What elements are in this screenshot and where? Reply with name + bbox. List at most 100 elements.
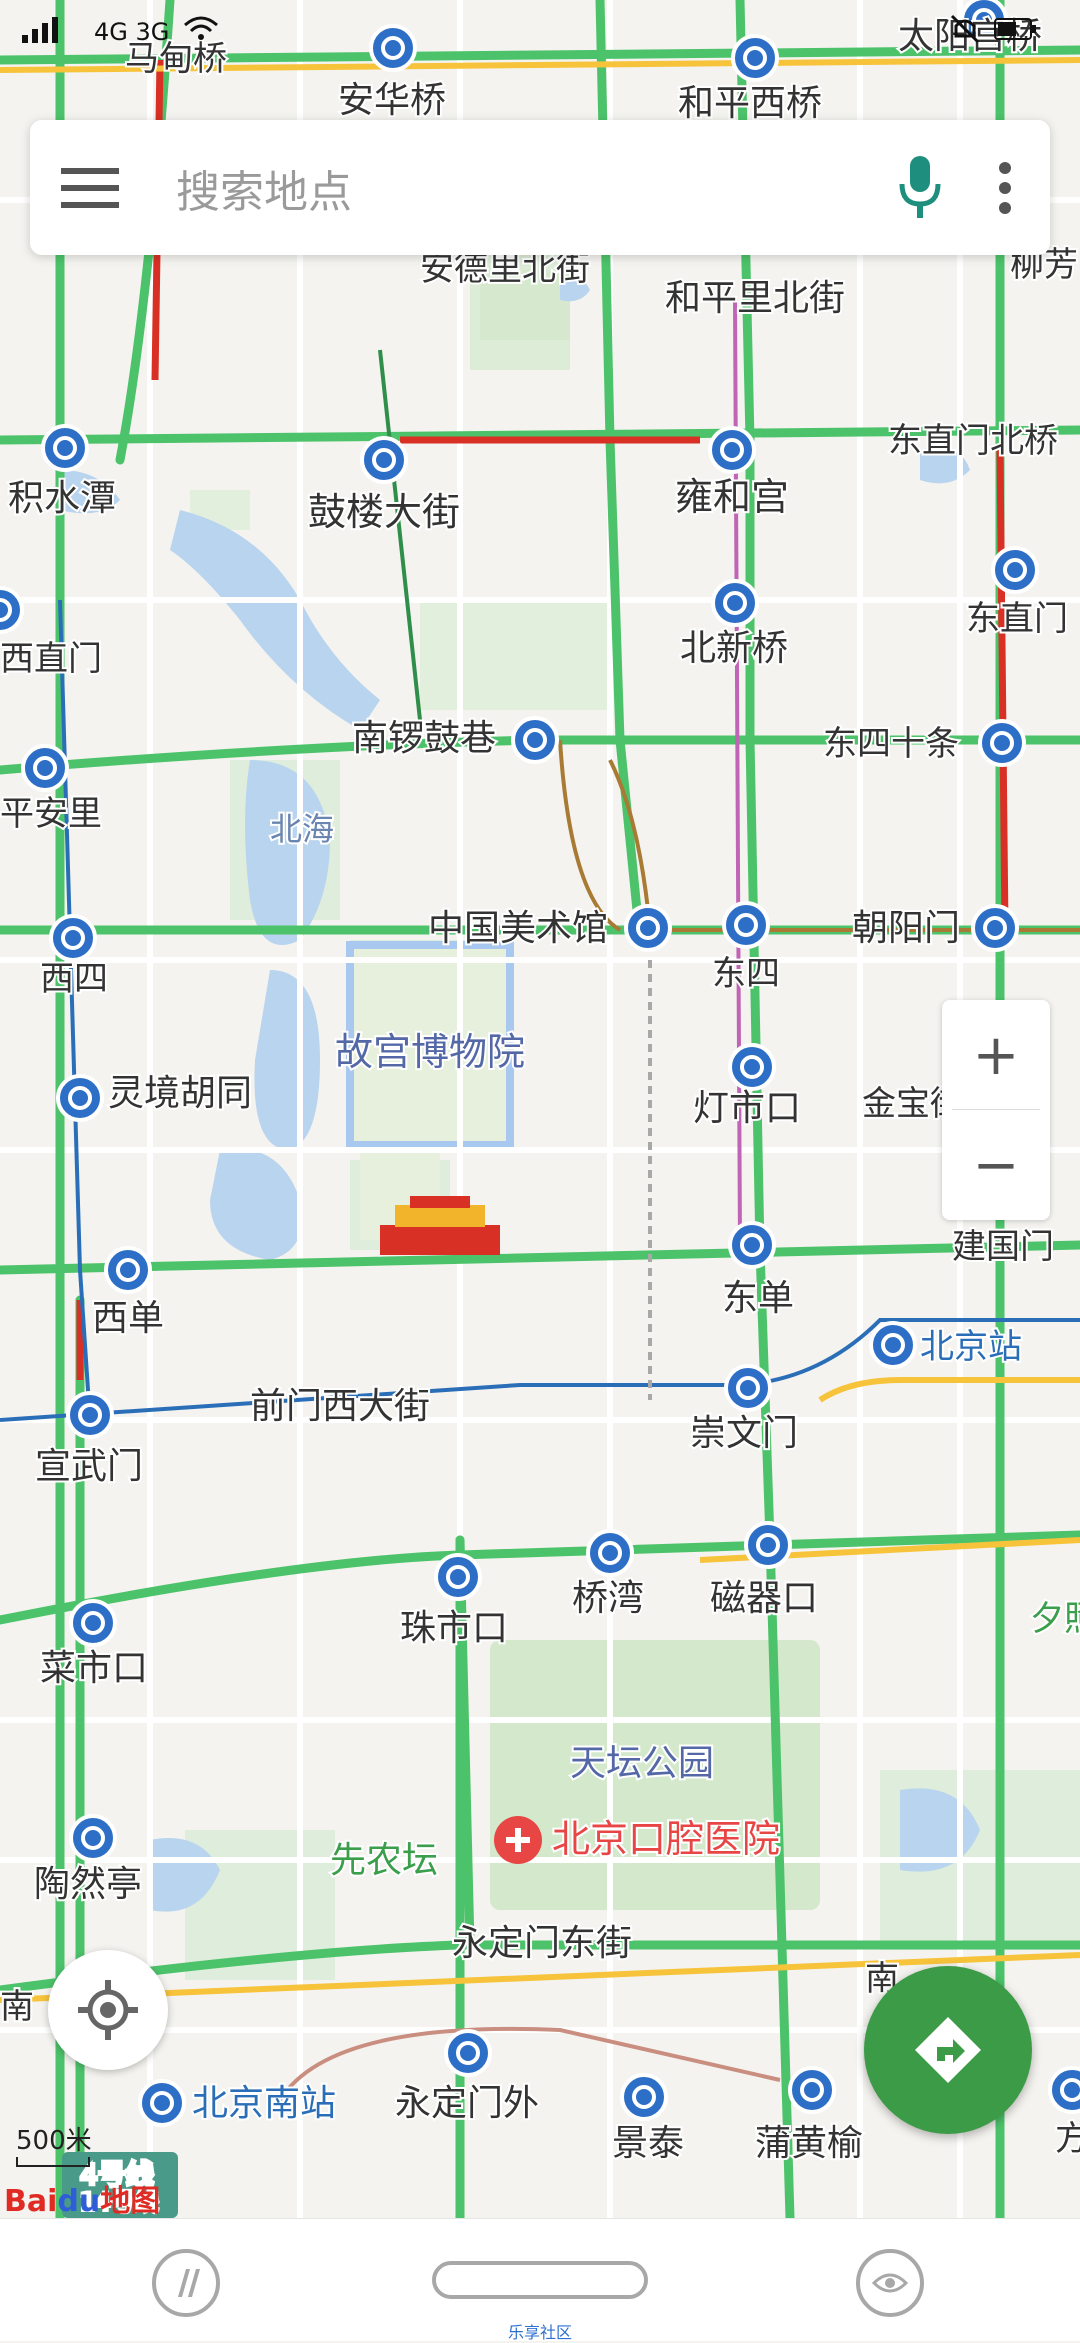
map-label-dongsi[interactable]: 东四 <box>710 952 782 996</box>
map-label-tiantan[interactable]: 天坛公园 <box>568 1741 716 1786</box>
zoom-control: + − <box>942 1000 1050 1220</box>
map-label-beijingnanzhan[interactable]: 北京南站 <box>190 2081 338 2126</box>
subway-station-icon[interactable] <box>978 719 1026 767</box>
map-label-beijingzhan[interactable]: 北京站 <box>918 1325 1024 1369</box>
back-button[interactable] <box>152 2249 220 2317</box>
subway-station-icon[interactable] <box>360 436 408 484</box>
map-label-xi[interactable]: 夕照寺 <box>1028 1597 1080 1641</box>
map-label-meishuguan[interactable]: 中国美术馆 <box>426 906 610 951</box>
eye-icon <box>871 2273 909 2293</box>
map-label-jingtai[interactable]: 景泰 <box>610 2121 686 2166</box>
map-label-anhuaqiao[interactable]: 安华桥 <box>336 78 448 123</box>
subway-station-icon[interactable] <box>49 914 97 962</box>
map-canvas[interactable]: 安华桥 和平西桥太阳宫桥马甸桥安德里北街和平里北街柳芳积水潭 鼓楼大街 雍和宫东直门北… <box>0 0 1080 2218</box>
map-label-beixinqiao[interactable]: 北新桥 <box>678 626 790 671</box>
subway-station-icon[interactable] <box>744 1521 792 1569</box>
map-label-hepinglibeijie[interactable]: 和平里北街 <box>663 276 847 321</box>
route-button[interactable] <box>864 1966 1032 2134</box>
mute-icon <box>950 14 980 50</box>
map-label-xisi[interactable]: 西四 <box>38 957 110 1001</box>
map-label-taoranting[interactable]: 陶然亭 <box>32 1862 144 1907</box>
map-label-xizhimenkou[interactable]: 西直门 <box>0 637 104 681</box>
subway-station-icon[interactable] <box>69 1814 117 1862</box>
map-label-dengshikou[interactable]: 灯市口 <box>691 1086 803 1131</box>
map-label-qianmenxidajie[interactable]: 前门西大街 <box>248 1384 432 1429</box>
map-label-xidan[interactable]: 西单 <box>90 1296 166 1341</box>
subway-station-icon[interactable] <box>104 1246 152 1294</box>
search-bar[interactable]: 搜索地点 <box>30 120 1050 255</box>
subway-station-icon[interactable] <box>711 579 759 627</box>
map-label-dongzhimenbei[interactable]: 东直门北桥 <box>886 419 1060 463</box>
nav-caption: 乐享社区 <box>507 2323 572 2342</box>
map-label-chaoyangmen[interactable]: 朝阳门 <box>850 906 962 951</box>
scale-bar <box>16 2157 90 2167</box>
map-label-dongzhimen[interactable]: 东直门 <box>964 597 1070 641</box>
map-label-xuanwumen[interactable]: 宣武门 <box>33 1444 145 1489</box>
network-type: 4G 3G <box>94 18 170 46</box>
system-navigation-bar: 乐享社区 <box>0 2218 1080 2342</box>
map-label-andelibeijie[interactable]: 安德里北街 <box>418 247 592 291</box>
baidu-map-logo: Baidu地图 <box>4 2184 161 2219</box>
subway-station-icon[interactable] <box>624 904 672 952</box>
map-label-gulou[interactable]: 鼓楼大街 <box>306 488 462 536</box>
map-label-dongsishitiao[interactable]: 东四十条 <box>821 722 961 766</box>
subway-station-icon[interactable] <box>708 426 756 474</box>
map-label-jianguomen[interactable]: 建国门 <box>950 1225 1056 1269</box>
recents-button[interactable] <box>856 2249 924 2317</box>
subway-station-icon[interactable] <box>728 1221 776 1269</box>
map-label-kouqiang[interactable]: 北京口腔医院 <box>550 1815 782 1863</box>
subway-station-icon[interactable] <box>728 1043 776 1091</box>
map-label-yongdingmendongjie[interactable]: 永定门东街 <box>450 1921 634 1966</box>
subway-station-icon[interactable] <box>586 1529 634 1577</box>
map-label-xiannongtan[interactable]: 先农坛 <box>328 1838 440 1883</box>
map-label-jishuitan[interactable]: 积水潭 <box>6 476 118 521</box>
subway-station-icon[interactable] <box>971 904 1019 952</box>
subway-station-icon[interactable] <box>56 1074 104 1122</box>
signal-icon <box>20 13 80 51</box>
subway-station-icon[interactable] <box>620 2073 668 2121</box>
subway-station-icon[interactable] <box>991 546 1039 594</box>
menu-button[interactable] <box>30 120 150 255</box>
map-label-zhushikou[interactable]: 珠市口 <box>398 1606 510 1651</box>
zoom-out-button[interactable]: − <box>942 1110 1050 1220</box>
subway-station-icon[interactable] <box>788 2066 836 2114</box>
map-label-caishikou[interactable]: 菜市口 <box>38 1646 150 1691</box>
subway-station-icon[interactable] <box>66 1391 114 1439</box>
subway-station-icon[interactable] <box>722 901 770 949</box>
directions-icon <box>915 2017 981 2083</box>
map-label-fang[interactable]: 方 <box>1053 2117 1080 2161</box>
map-label-beihai[interactable]: 北海 <box>268 808 336 850</box>
voice-search-button[interactable] <box>880 120 960 255</box>
map-label-lingjinghutong[interactable]: 灵境胡同 <box>106 1071 254 1116</box>
map-label-dongdan[interactable]: 东单 <box>720 1276 796 1321</box>
my-location-button[interactable] <box>48 1950 168 2070</box>
map-label-chongwenmen[interactable]: 崇文门 <box>688 1411 800 1456</box>
wifi-icon <box>183 15 219 49</box>
more-options-button[interactable] <box>960 120 1050 255</box>
zoom-in-button[interactable]: + <box>942 1000 1050 1110</box>
map-label-pinganli[interactable]: 平安里 <box>0 792 104 836</box>
subway-station-icon[interactable] <box>138 2079 186 2127</box>
map-label-gugong[interactable]: 故宫博物院 <box>333 1028 527 1076</box>
subway-station-icon[interactable] <box>21 744 69 792</box>
map-scale: 500米 <box>16 2120 92 2167</box>
map-label-nanleft[interactable]: 南 <box>0 1985 36 2029</box>
subway-station-icon[interactable] <box>41 424 89 472</box>
home-button[interactable] <box>432 2261 648 2299</box>
map-label-hepingxiqiao[interactable]: 和平西桥 <box>676 81 824 126</box>
map-label-yonghegong[interactable]: 雍和宫 <box>673 473 791 521</box>
more-vert-icon <box>999 161 1011 214</box>
map-label-nanluoguxiang[interactable]: 南锣鼓巷 <box>350 716 498 761</box>
subway-station-icon[interactable] <box>869 1321 917 1369</box>
subway-station-icon[interactable] <box>434 1553 482 1601</box>
subway-station-icon[interactable] <box>69 1599 117 1647</box>
map-label-yongdingmenwai[interactable]: 永定门外 <box>393 2081 541 2126</box>
subway-station-icon[interactable] <box>444 2029 492 2077</box>
map-label-puhuangyu[interactable]: 蒲黄榆 <box>753 2121 865 2166</box>
map-label-qiaowan[interactable]: 桥湾 <box>570 1576 646 1621</box>
subway-station-icon[interactable] <box>511 716 559 764</box>
search-input[interactable]: 搜索地点 <box>176 156 880 220</box>
subway-station-icon[interactable] <box>1048 2066 1080 2114</box>
subway-station-icon[interactable] <box>724 1364 772 1412</box>
map-label-ciqikou[interactable]: 磁器口 <box>708 1576 820 1621</box>
